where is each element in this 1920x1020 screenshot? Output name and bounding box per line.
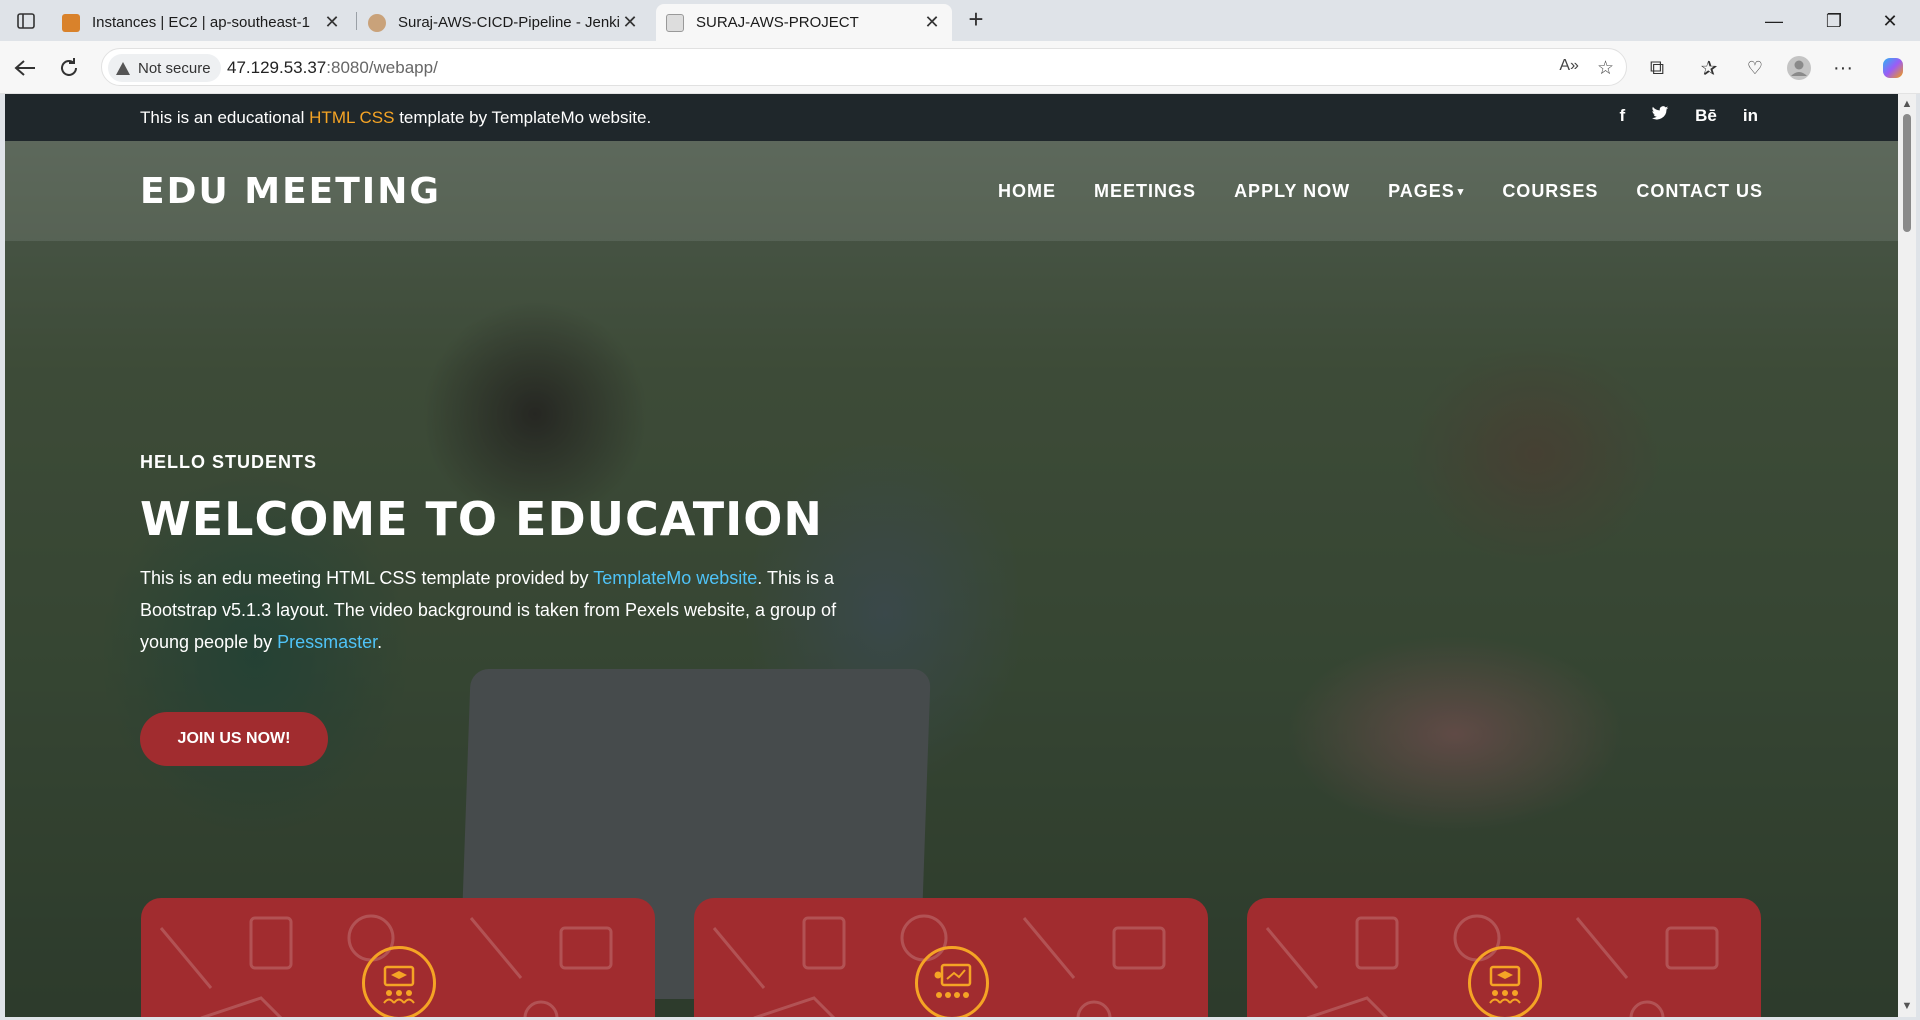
favorite-star-icon[interactable]: ☆ <box>1597 57 1614 80</box>
presentation-board-icon <box>915 946 989 1017</box>
service-card[interactable] <box>141 898 655 1017</box>
url-host: 47.129.53.37 <box>227 58 327 77</box>
browser-essentials-icon[interactable]: ♡ <box>1738 51 1772 85</box>
twitter-icon[interactable] <box>1651 106 1669 126</box>
graduation-meeting-icon <box>1468 946 1542 1017</box>
favorites-icon[interactable]: ✰ <box>1692 51 1726 85</box>
chevron-down-icon: ▾ <box>1457 186 1465 198</box>
more-menu-icon[interactable]: ··· <box>1826 51 1860 85</box>
tab-title: SURAJ-AWS-PROJECT <box>696 14 859 31</box>
scroll-down-arrow-icon[interactable]: ▼ <box>1901 1000 1913 1012</box>
refresh-icon[interactable] <box>52 51 86 85</box>
browser-tab-bar: Instances | EC2 | ap-southeast-1 ✕ Suraj… <box>0 0 1920 41</box>
url-text[interactable]: 47.129.53.37:8080/webapp/ <box>227 58 438 78</box>
facebook-icon[interactable]: f <box>1619 106 1625 126</box>
tab-actions-icon[interactable] <box>12 8 40 34</box>
restore-window-icon[interactable]: ❐ <box>1806 4 1862 38</box>
page-scrollbar[interactable]: ▲ ▼ <box>1898 94 1916 1017</box>
warning-icon <box>116 61 130 75</box>
close-window-icon[interactable]: ✕ <box>1862 4 1918 38</box>
note-highlight: HTML CSS <box>309 108 395 127</box>
nav-apply-now[interactable]: APPLY NOW <box>1234 181 1350 202</box>
close-tab-icon[interactable]: ✕ <box>322 12 342 33</box>
social-links: f Bē in <box>1619 106 1758 126</box>
browser-toolbar: Not secure 47.129.53.37:8080/webapp/ A» … <box>0 41 1920 94</box>
copilot-icon[interactable] <box>1876 51 1910 85</box>
site-logo[interactable]: EDU MEETING <box>140 171 441 212</box>
url-path: :8080/webapp/ <box>326 58 438 77</box>
jenkins-favicon-icon <box>368 13 386 32</box>
behance-icon[interactable]: Bē <box>1695 106 1717 126</box>
tab-separator <box>356 12 357 30</box>
service-card[interactable] <box>694 898 1208 1017</box>
tab-jenkins-pipeline[interactable]: Suraj-AWS-CICD-Pipeline - Jenkins ✕ <box>358 4 650 41</box>
aws-favicon-icon <box>62 13 80 32</box>
note-text: This is an educational <box>140 108 310 127</box>
graduation-meeting-icon <box>362 946 436 1017</box>
tab-title: Suraj-AWS-CICD-Pipeline - Jenkins <box>398 14 620 31</box>
not-secure-badge[interactable]: Not secure <box>108 54 221 82</box>
address-bar[interactable]: Not secure 47.129.53.37:8080/webapp/ A» … <box>101 48 1627 86</box>
nav-courses[interactable]: COURSES <box>1502 181 1598 202</box>
new-tab-button[interactable]: + <box>962 6 990 34</box>
minimize-window-icon[interactable]: — <box>1746 4 1802 38</box>
profile-avatar-icon[interactable] <box>1782 51 1816 85</box>
hero-description: This is an edu meeting HTML CSS template… <box>140 562 860 658</box>
main-header: EDU MEETING HOME MEETINGS APPLY NOW PAGE… <box>5 141 1898 241</box>
templatemo-link[interactable]: TemplateMo website <box>593 568 757 588</box>
close-tab-icon[interactable]: ✕ <box>620 12 640 33</box>
tab-title: Instances | EC2 | ap-southeast-1 <box>92 14 310 31</box>
hero-text: . <box>377 632 383 652</box>
nav-contact-us[interactable]: CONTACT US <box>1636 181 1763 202</box>
sub-header: This is an educational HTML CSS template… <box>5 94 1898 141</box>
service-card[interactable] <box>1247 898 1761 1017</box>
join-us-button[interactable]: JOIN US NOW! <box>140 712 328 766</box>
security-label: Not secure <box>138 59 211 77</box>
scroll-up-arrow-icon[interactable]: ▲ <box>1901 98 1913 110</box>
note-text-end: template by TemplateMo website. <box>394 108 652 127</box>
scrollbar-thumb[interactable] <box>1903 114 1911 232</box>
pressmaster-link[interactable]: Pressmaster <box>277 632 377 652</box>
nav-meetings[interactable]: MEETINGS <box>1094 181 1196 202</box>
extensions-icon[interactable]: ⧉ <box>1640 51 1674 85</box>
nav-pages[interactable]: PAGES ▾ <box>1388 181 1464 202</box>
nav-pages-label: PAGES <box>1388 181 1455 201</box>
back-arrow-icon[interactable] <box>8 51 42 85</box>
template-note: This is an educational HTML CSS template… <box>140 108 651 128</box>
hero-text: This is an edu meeting HTML CSS template… <box>140 568 594 588</box>
tab-suraj-aws-project[interactable]: SURAJ-AWS-PROJECT ✕ <box>656 4 952 41</box>
nav-home[interactable]: HOME <box>998 181 1056 202</box>
hero-title: WELCOME TO EDUCATION <box>140 492 823 546</box>
web-page: This is an educational HTML CSS template… <box>5 94 1898 1017</box>
read-aloud-icon[interactable]: A» <box>1559 57 1579 80</box>
broken-page-favicon-icon <box>666 13 684 32</box>
main-nav: HOME MEETINGS APPLY NOW PAGES ▾ COURSES C… <box>998 181 1763 202</box>
linkedin-icon[interactable]: in <box>1743 106 1758 126</box>
hero-subtitle: HELLO STUDENTS <box>140 452 318 472</box>
tab-ec2-instances[interactable]: Instances | EC2 | ap-southeast-1 ✕ <box>52 4 352 41</box>
close-tab-icon[interactable]: ✕ <box>922 12 942 33</box>
